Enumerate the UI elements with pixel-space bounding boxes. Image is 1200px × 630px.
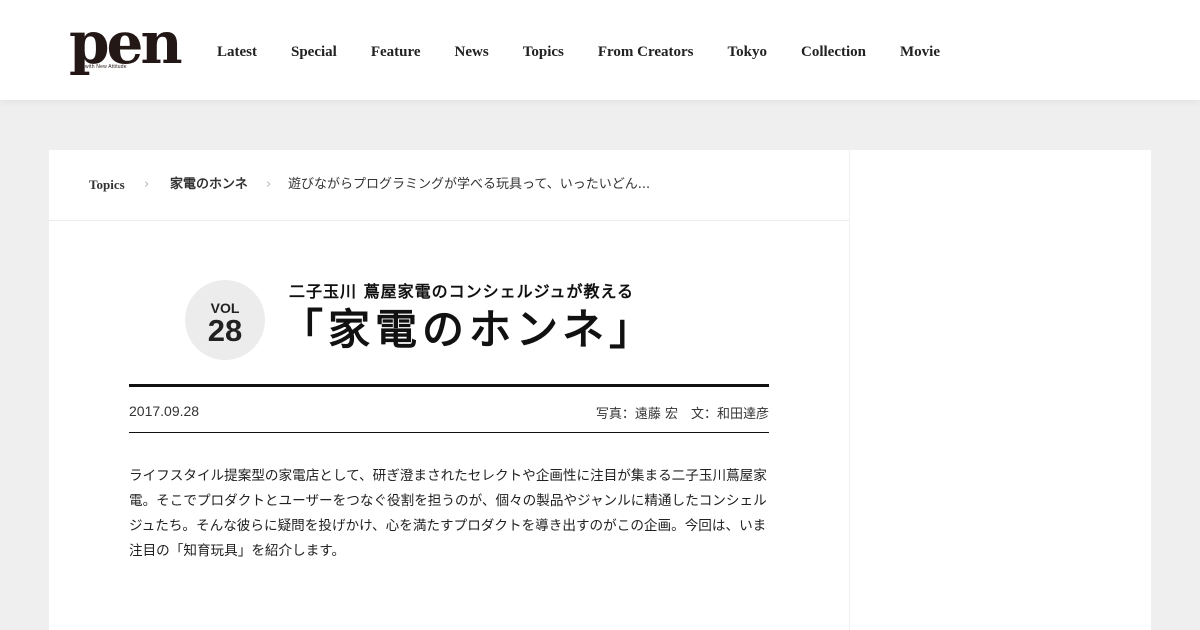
- breadcrumb-current: 遊びながらプログラミングが学べる玩具って、いったいどん...: [288, 177, 651, 192]
- nav-item-tokyo[interactable]: Tokyo: [711, 42, 784, 62]
- main-nav: Latest Special Feature News Topics From …: [200, 42, 957, 62]
- nav-item-movie[interactable]: Movie: [883, 42, 957, 62]
- article-intro: ライフスタイル提案型の家電店として、研ぎ澄まされたセレクトや企画性に注目が集まる…: [129, 468, 767, 559]
- chevron-right-icon: ›: [266, 177, 272, 192]
- nav-item-news[interactable]: News: [438, 42, 506, 62]
- nav-item-topics[interactable]: Topics: [506, 42, 581, 62]
- series-title: 「家電のホンネ」: [281, 305, 657, 354]
- breadcrumb-series[interactable]: 家電のホンネ: [170, 177, 248, 193]
- article-card: Topics › 家電のホンネ › 遊びながらプログラミングが学べる玩具って、い…: [49, 150, 849, 630]
- chevron-right-icon: ›: [144, 177, 150, 192]
- vol-number: 28: [207, 313, 243, 348]
- nav-item-collection[interactable]: Collection: [784, 42, 883, 62]
- nav-item-feature[interactable]: Feature: [354, 42, 438, 62]
- breadcrumb-topics[interactable]: Topics: [89, 177, 125, 193]
- nav-item-latest[interactable]: Latest: [200, 42, 274, 62]
- breadcrumb: Topics › 家電のホンネ › 遊びながらプログラミングが学べる玩具って、い…: [49, 150, 849, 221]
- series-subtitle: 二子玉川 蔦屋家電のコンシェルジュが教える: [289, 282, 634, 301]
- divider: [129, 384, 769, 387]
- divider: [129, 432, 769, 433]
- sidebar: [850, 150, 1151, 630]
- site-header: pen with New Attitude Latest Special Fea…: [0, 0, 1200, 100]
- vol-badge: VOL 28: [185, 280, 265, 360]
- nav-item-special[interactable]: Special: [274, 42, 354, 62]
- logo-tagline: with New Attitude: [85, 64, 127, 70]
- credits: 写真：遠藤 宏 文：和田達彦: [595, 407, 769, 422]
- nav-item-from-creators[interactable]: From Creators: [581, 42, 711, 62]
- publish-date: 2017.09.28: [129, 403, 200, 419]
